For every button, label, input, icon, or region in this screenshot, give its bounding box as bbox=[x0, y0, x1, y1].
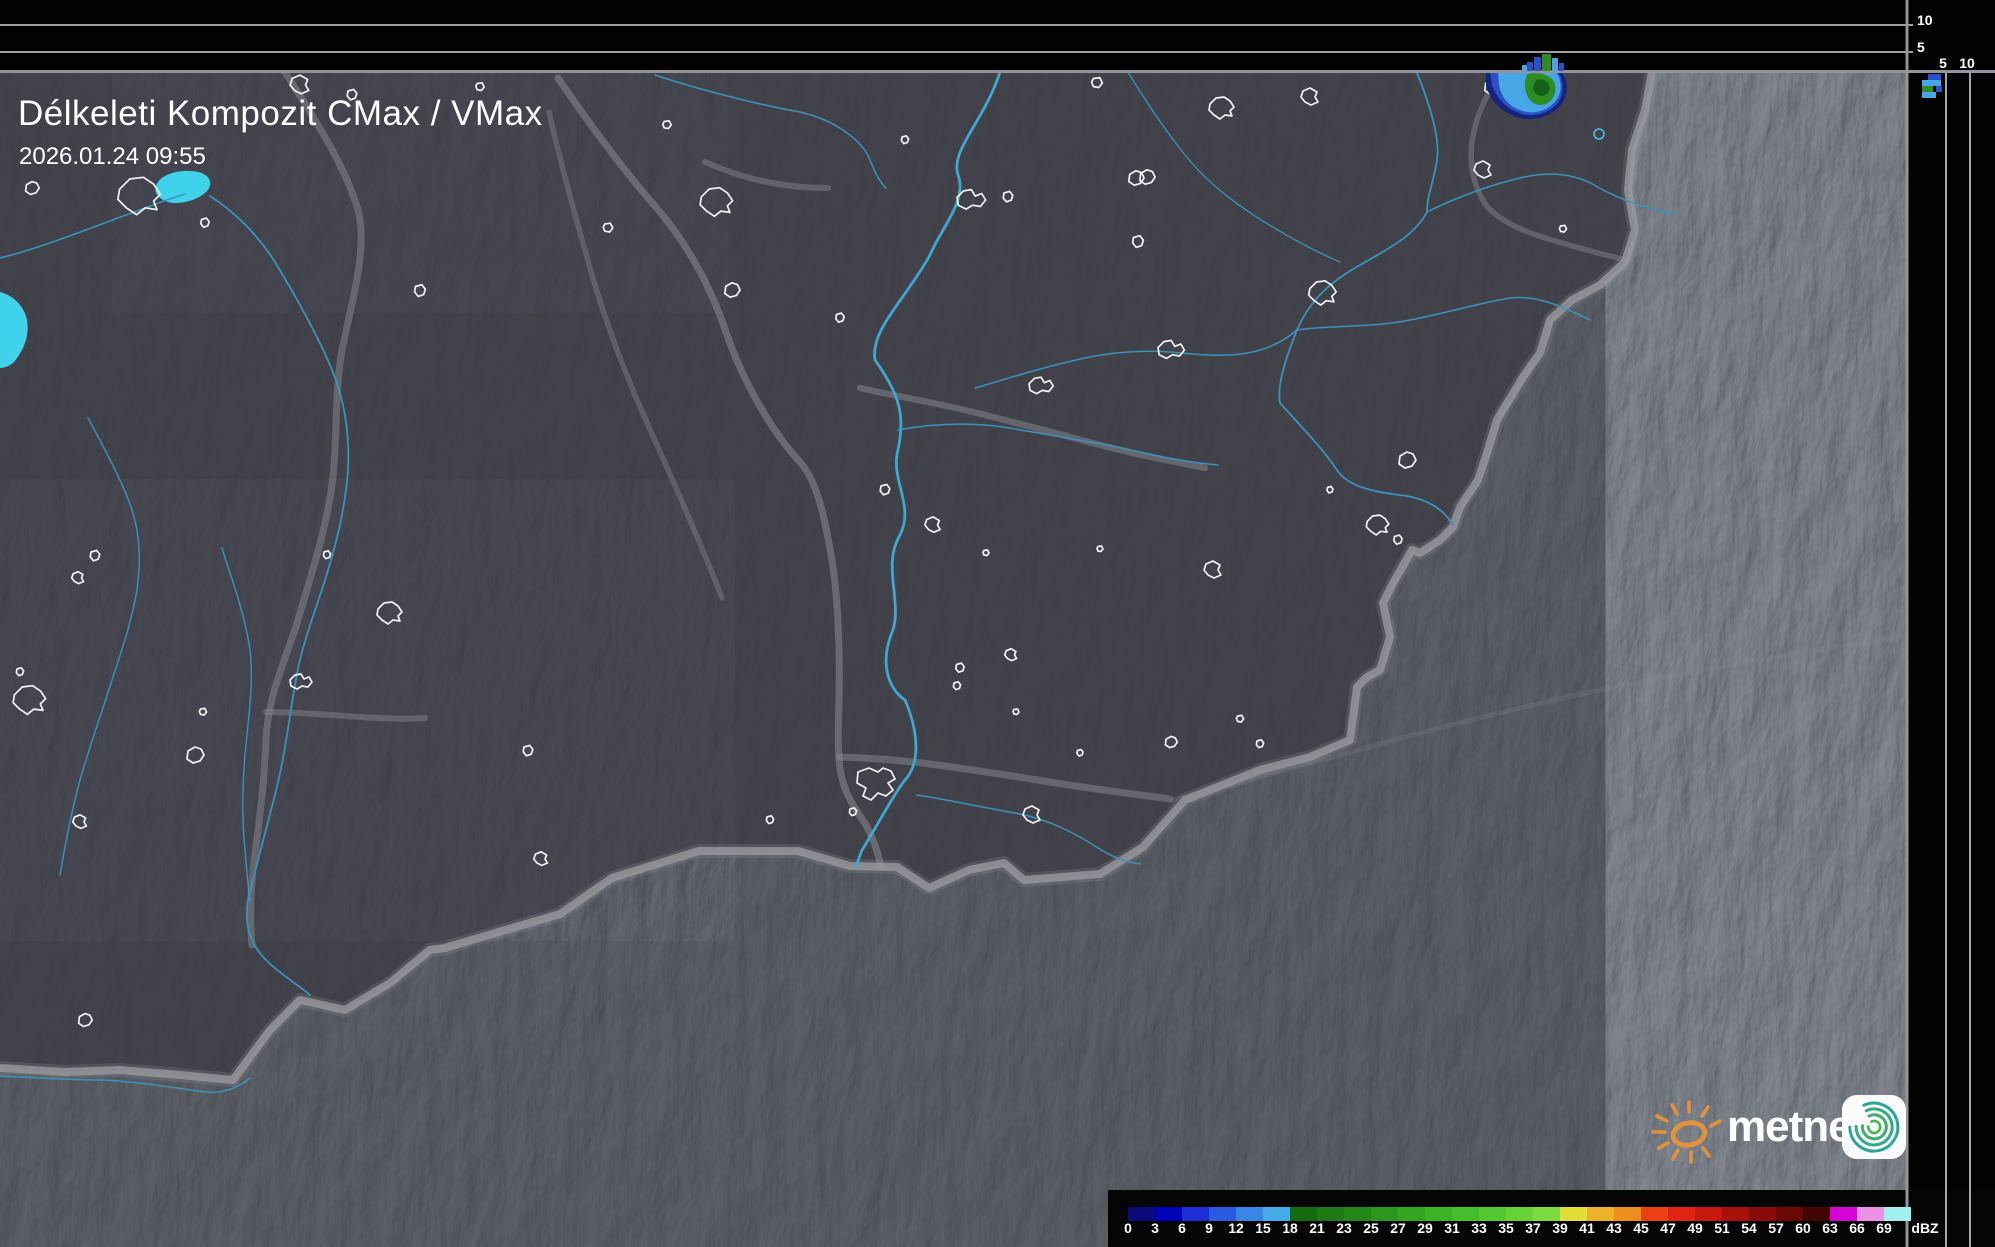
colorbar-tick-label: 31 bbox=[1444, 1220, 1460, 1236]
echo-top-profile-mark bbox=[1542, 54, 1551, 71]
colorbar-tick-label: 43 bbox=[1606, 1220, 1622, 1236]
right-axis-tick-label: 10 bbox=[1959, 55, 1975, 71]
colorbar-tick-label: 49 bbox=[1687, 1220, 1703, 1236]
colorbar-tick-label: 27 bbox=[1390, 1220, 1406, 1236]
colorbar-cell bbox=[1290, 1207, 1317, 1221]
colorbar-tick-label: 12 bbox=[1228, 1220, 1244, 1236]
colorbar-cell bbox=[1587, 1207, 1614, 1221]
colorbar-cell bbox=[1506, 1207, 1533, 1221]
colorbar-cell bbox=[1749, 1207, 1776, 1221]
echo-top-profile-mark bbox=[1534, 57, 1541, 71]
colorbar-tick-label: 23 bbox=[1336, 1220, 1352, 1236]
colorbar-cell bbox=[1803, 1207, 1830, 1221]
colorbar-cell bbox=[1452, 1207, 1479, 1221]
colorbar-cell bbox=[1479, 1207, 1506, 1221]
colorbar-cell bbox=[1236, 1207, 1263, 1221]
sun-icon bbox=[1651, 1100, 1722, 1164]
echo-side-profile-mark bbox=[1922, 80, 1941, 86]
metnet-app-icon bbox=[1842, 1095, 1906, 1159]
colorbar-tick-label: 60 bbox=[1795, 1220, 1811, 1236]
colorbar-tick-label: 63 bbox=[1822, 1220, 1838, 1236]
map-layer bbox=[0, 72, 1908, 1247]
colorbar-cell bbox=[1776, 1207, 1803, 1221]
page-title: Délkeleti Kompozit CMax / VMax bbox=[18, 94, 543, 133]
colorbar-cell bbox=[1560, 1207, 1587, 1221]
colorbar-tick-label: 35 bbox=[1498, 1220, 1514, 1236]
colorbar-cell bbox=[1155, 1207, 1182, 1221]
metnet-logo: metnet bbox=[1645, 1088, 1915, 1172]
radar-composite-map: 1055 10 0 3 6 9 12 15 18 21 23 25 27 29 31 33 35 37 39 41 4… bbox=[0, 0, 1995, 1247]
colorbar-tick-label: 57 bbox=[1768, 1220, 1784, 1236]
echo-top-profile-mark bbox=[1522, 65, 1527, 71]
colorbar-tick-label: 69 bbox=[1876, 1220, 1892, 1236]
colorbar-cell bbox=[1344, 1207, 1371, 1221]
colorbar-tick-label: 37 bbox=[1525, 1220, 1541, 1236]
colorbar-tick-label: 54 bbox=[1741, 1220, 1757, 1236]
colorbar-cell bbox=[1263, 1207, 1290, 1221]
colorbar-tick-label: 45 bbox=[1633, 1220, 1649, 1236]
echo-side-profile-mark bbox=[1922, 92, 1936, 98]
colorbar-cell bbox=[1641, 1207, 1668, 1221]
colorbar-tick-label: 51 bbox=[1714, 1220, 1730, 1236]
colorbar-cell bbox=[1884, 1207, 1911, 1221]
colorbar-tick-label: 29 bbox=[1417, 1220, 1433, 1236]
colorbar-cell bbox=[1371, 1207, 1398, 1221]
echo-side-profile-mark bbox=[1936, 86, 1942, 92]
top-axis-tick-label: 5 bbox=[1917, 39, 1925, 55]
echo-top-profile-mark bbox=[1527, 62, 1533, 71]
colorbar-cell bbox=[1209, 1207, 1236, 1221]
right-axis-tick-label: 5 bbox=[1939, 55, 1947, 71]
timestamp: 2026.01.24 09:55 bbox=[19, 143, 206, 170]
terrain-texture-sw bbox=[0, 500, 700, 920]
colorbar-tick-label: 0 bbox=[1124, 1220, 1132, 1236]
echo-side-profile-mark bbox=[1922, 86, 1933, 92]
top-axis-tick-label: 10 bbox=[1917, 12, 1933, 28]
right-profile-panel bbox=[1908, 0, 1995, 1247]
top-profile-panel bbox=[0, 0, 1908, 71]
colorbar-tick-label: 66 bbox=[1849, 1220, 1865, 1236]
echo-top-profile-mark bbox=[1559, 63, 1564, 71]
colorbar-tick-label: 39 bbox=[1552, 1220, 1568, 1236]
colorbar-cell bbox=[1614, 1207, 1641, 1221]
colorbar-unit-label: dBZ bbox=[1911, 1220, 1939, 1236]
colorbar-tick-label: 9 bbox=[1205, 1220, 1213, 1236]
colorbar-tick-label: 3 bbox=[1151, 1220, 1159, 1236]
colorbar-cell bbox=[1182, 1207, 1209, 1221]
colorbar-cell bbox=[1695, 1207, 1722, 1221]
colorbar-cell bbox=[1128, 1207, 1155, 1221]
colorbar-tick-label: 15 bbox=[1255, 1220, 1271, 1236]
colorbar-cell bbox=[1722, 1207, 1749, 1221]
colorbar-cell bbox=[1857, 1207, 1884, 1221]
colorbar-tick-label: 33 bbox=[1471, 1220, 1487, 1236]
colorbar-tick-label: 41 bbox=[1579, 1220, 1595, 1236]
colorbar-tick-label: 47 bbox=[1660, 1220, 1676, 1236]
colorbar-tick-label: 18 bbox=[1282, 1220, 1298, 1236]
colorbar-cell bbox=[1533, 1207, 1560, 1221]
colorbar-cell bbox=[1425, 1207, 1452, 1221]
colorbar-tick-label: 21 bbox=[1309, 1220, 1325, 1236]
echo-top-profile-mark bbox=[1552, 58, 1558, 71]
colorbar-tick-label: 6 bbox=[1178, 1220, 1186, 1236]
radar-viewer: 10 5 5 10 0 3 6 9 12 15 18 21 23 25 27 29 31 33 35 37 39 41 4… bbox=[0, 0, 1995, 1247]
colorbar-cell bbox=[1398, 1207, 1425, 1221]
colorbar-tick-label: 25 bbox=[1363, 1220, 1379, 1236]
echo-side-profile-mark bbox=[1928, 74, 1941, 80]
colorbar-cell bbox=[1317, 1207, 1344, 1221]
colorbar-cell bbox=[1668, 1207, 1695, 1221]
colorbar-cell bbox=[1830, 1207, 1857, 1221]
